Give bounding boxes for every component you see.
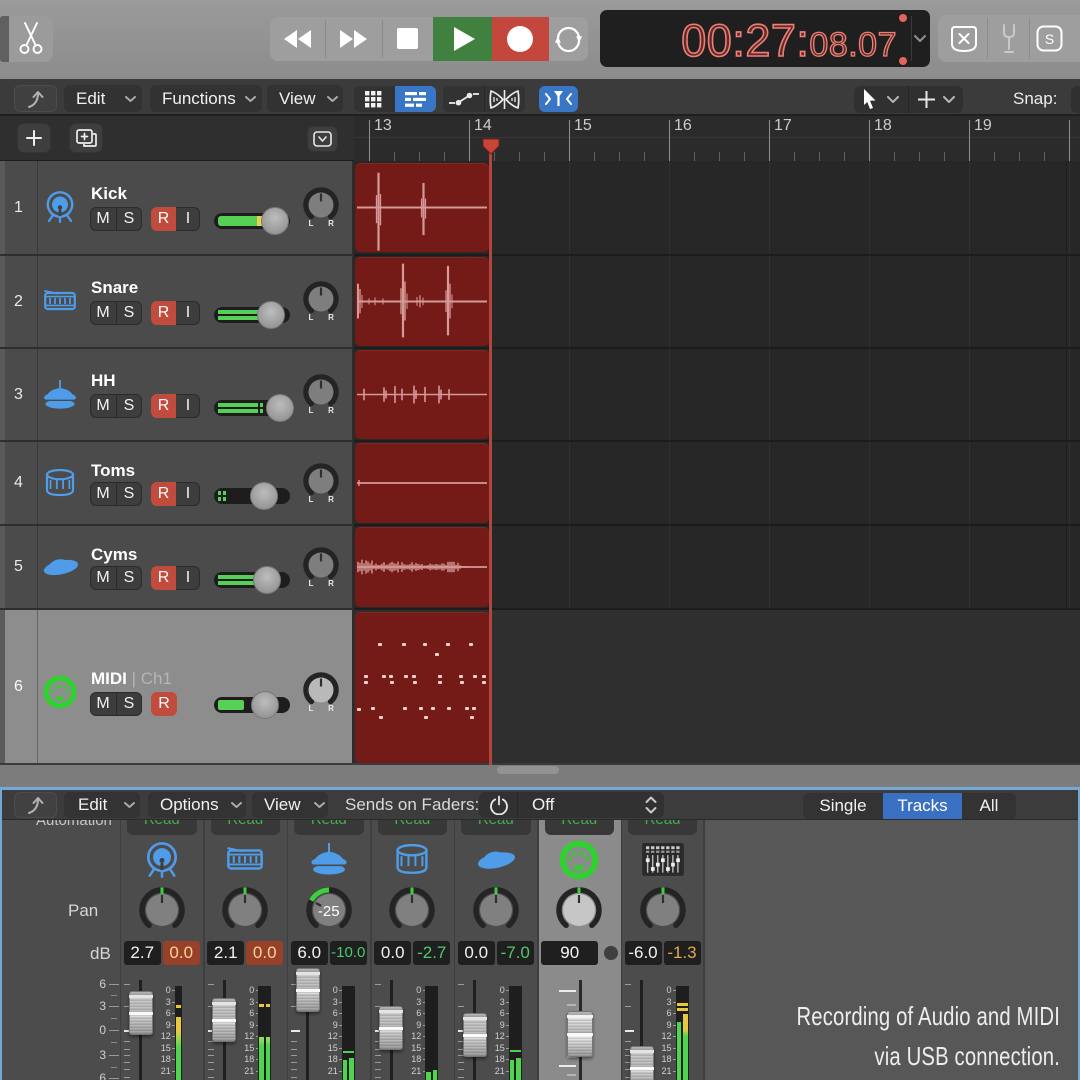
svg-text:S: S bbox=[1045, 31, 1054, 47]
